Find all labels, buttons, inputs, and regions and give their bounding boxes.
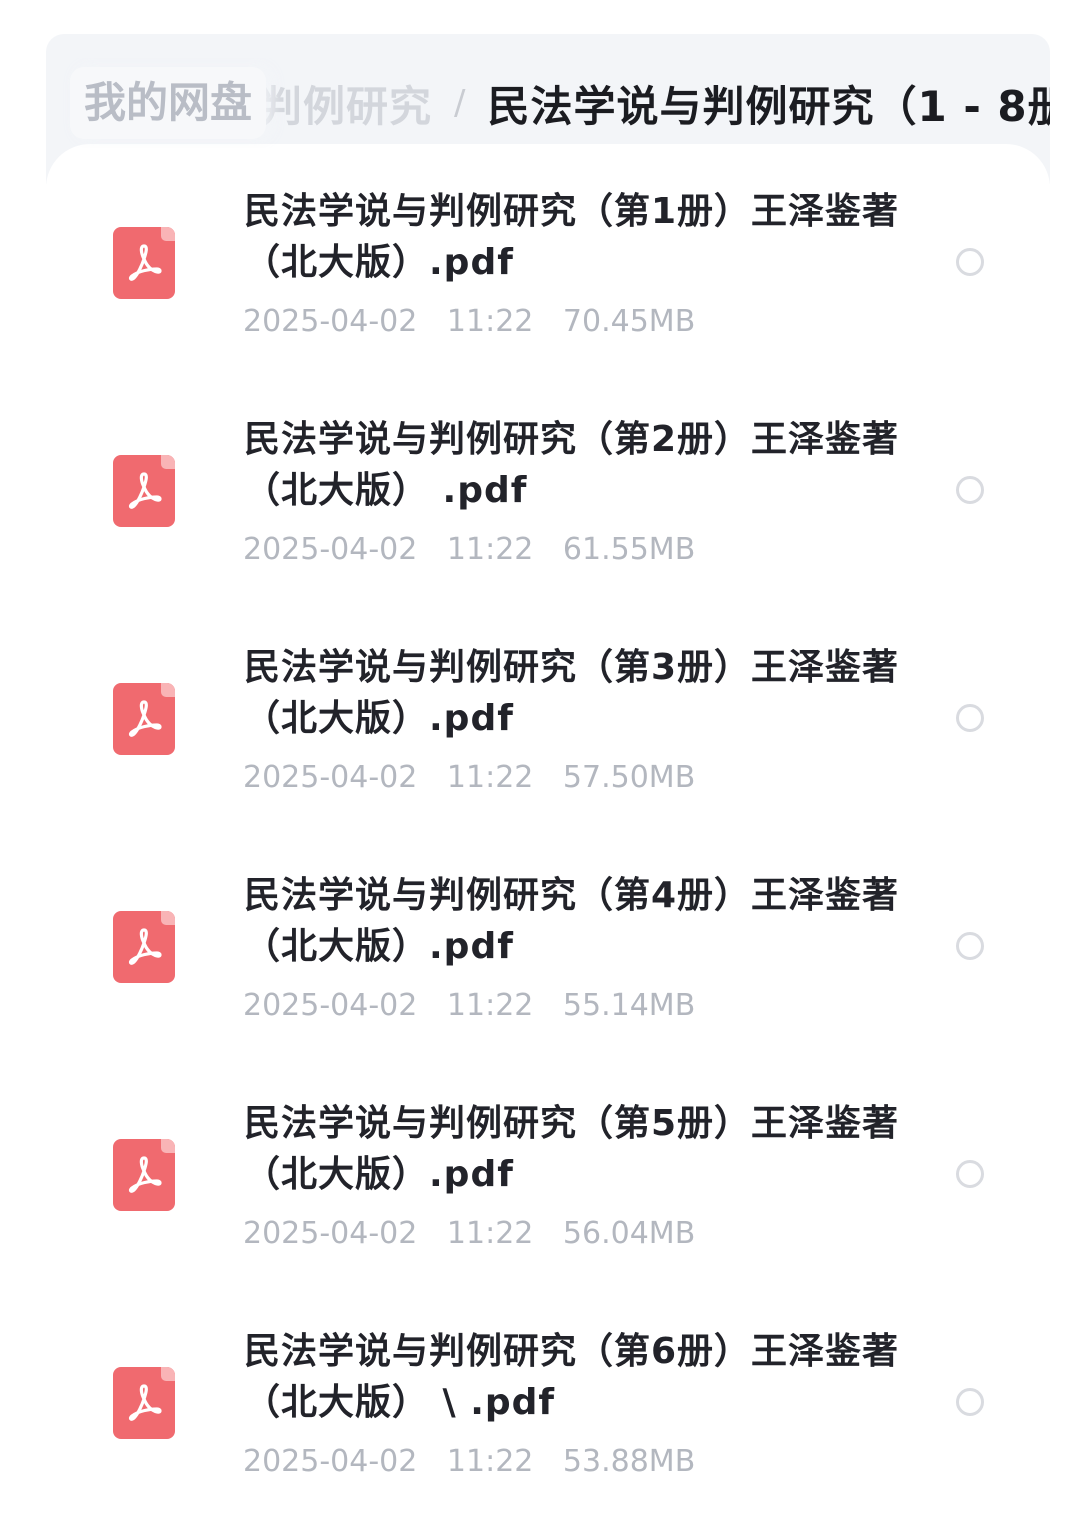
file-meta: 2025-04-02 11:22 61.55MB bbox=[243, 532, 695, 567]
file-meta: 2025-04-02 11:22 56.04MB bbox=[243, 1216, 695, 1251]
select-radio[interactable] bbox=[956, 1160, 984, 1188]
breadcrumb-root-my-drive[interactable]: 我的网盘 bbox=[70, 67, 267, 139]
file-size: 53.88MB bbox=[562, 1444, 696, 1479]
file-size: 57.50MB bbox=[562, 760, 696, 795]
file-time: 11:22 bbox=[446, 304, 534, 339]
file-time: 11:22 bbox=[446, 1444, 534, 1479]
file-name[interactable]: 民法学说与判例研究（第4册）王泽鉴著 （北大版）.pdf bbox=[244, 870, 904, 972]
pdf-acrobat-icon bbox=[128, 700, 162, 737]
file-date: 2025-04-02 bbox=[243, 1216, 418, 1251]
file-row[interactable]: 民法学说与判例研究（第5册）王泽鉴著 （北大版）.pdf 2025-04-02 … bbox=[46, 1056, 1050, 1284]
file-row[interactable]: 民法学说与判例研究（第1册）王泽鉴著 （北大版）.pdf 2025-04-02 … bbox=[46, 144, 1050, 372]
file-meta: 2025-04-02 11:22 70.45MB bbox=[243, 304, 695, 339]
file-date: 2025-04-02 bbox=[243, 988, 418, 1023]
pdf-acrobat-icon bbox=[128, 928, 162, 965]
file-size: 70.45MB bbox=[562, 304, 696, 339]
breadcrumb-current-folder: 民法学说与判例研究（1 - 8册 bbox=[487, 81, 1051, 131]
pdf-icon bbox=[113, 455, 175, 527]
file-name[interactable]: 民法学说与判例研究（第2册）王泽鉴著 （北大版） .pdf bbox=[244, 414, 904, 516]
file-row[interactable]: 民法学说与判例研究（第4册）王泽鉴著 （北大版）.pdf 2025-04-02 … bbox=[46, 828, 1050, 1056]
file-meta: 2025-04-02 11:22 57.50MB bbox=[243, 760, 695, 795]
pdf-icon bbox=[113, 683, 175, 755]
pdf-icon bbox=[113, 911, 175, 983]
file-date: 2025-04-02 bbox=[243, 304, 418, 339]
file-date: 2025-04-02 bbox=[243, 760, 418, 795]
pdf-icon bbox=[113, 227, 175, 299]
select-radio[interactable] bbox=[956, 248, 984, 276]
file-name[interactable]: 民法学说与判例研究（第5册）王泽鉴著 （北大版）.pdf bbox=[244, 1098, 904, 1200]
file-date: 2025-04-02 bbox=[243, 532, 418, 567]
select-radio[interactable] bbox=[956, 932, 984, 960]
file-size: 55.14MB bbox=[562, 988, 696, 1023]
breadcrumb-separator: / bbox=[454, 83, 466, 123]
pdf-icon bbox=[113, 1139, 175, 1211]
file-row[interactable]: 民法学说与判例研究（第6册）王泽鉴著 （北大版） \ .pdf 2025-04-… bbox=[46, 1284, 1050, 1512]
file-size: 56.04MB bbox=[562, 1216, 696, 1251]
select-radio[interactable] bbox=[956, 704, 984, 732]
file-name[interactable]: 民法学说与判例研究（第3册）王泽鉴著 （北大版）.pdf bbox=[244, 642, 904, 744]
pdf-acrobat-icon bbox=[128, 244, 162, 281]
select-radio[interactable] bbox=[956, 1388, 984, 1416]
file-size: 61.55MB bbox=[562, 532, 696, 567]
breadcrumb-parent-folder[interactable]: 判例研究 bbox=[260, 73, 432, 134]
file-date: 2025-04-02 bbox=[243, 1444, 418, 1479]
select-radio[interactable] bbox=[956, 476, 984, 504]
pdf-acrobat-icon bbox=[128, 1384, 162, 1421]
file-meta: 2025-04-02 11:22 53.88MB bbox=[243, 1444, 695, 1479]
file-time: 11:22 bbox=[446, 760, 534, 795]
pdf-icon bbox=[113, 1367, 175, 1439]
file-row[interactable]: 民法学说与判例研究（第2册）王泽鉴著 （北大版） .pdf 2025-04-02… bbox=[46, 372, 1050, 600]
file-meta: 2025-04-02 11:22 55.14MB bbox=[243, 988, 695, 1023]
breadcrumb: 我的网盘 判例研究 / 民法学说与判例研究（1 - 8册 bbox=[46, 58, 1050, 148]
file-list-screen: 我的网盘 判例研究 / 民法学说与判例研究（1 - 8册 民法学说与判例研究（第… bbox=[0, 0, 1080, 1528]
pdf-acrobat-icon bbox=[128, 472, 162, 509]
file-time: 11:22 bbox=[446, 532, 534, 567]
file-time: 11:22 bbox=[446, 1216, 534, 1251]
pdf-acrobat-icon bbox=[128, 1156, 162, 1193]
file-name[interactable]: 民法学说与判例研究（第6册）王泽鉴著 （北大版） \ .pdf bbox=[244, 1326, 904, 1428]
file-time: 11:22 bbox=[446, 988, 534, 1023]
file-list: 民法学说与判例研究（第1册）王泽鉴著 （北大版）.pdf 2025-04-02 … bbox=[46, 144, 1050, 1528]
file-name[interactable]: 民法学说与判例研究（第1册）王泽鉴著 （北大版）.pdf bbox=[244, 186, 904, 288]
file-row[interactable]: 民法学说与判例研究（第3册）王泽鉴著 （北大版）.pdf 2025-04-02 … bbox=[46, 600, 1050, 828]
